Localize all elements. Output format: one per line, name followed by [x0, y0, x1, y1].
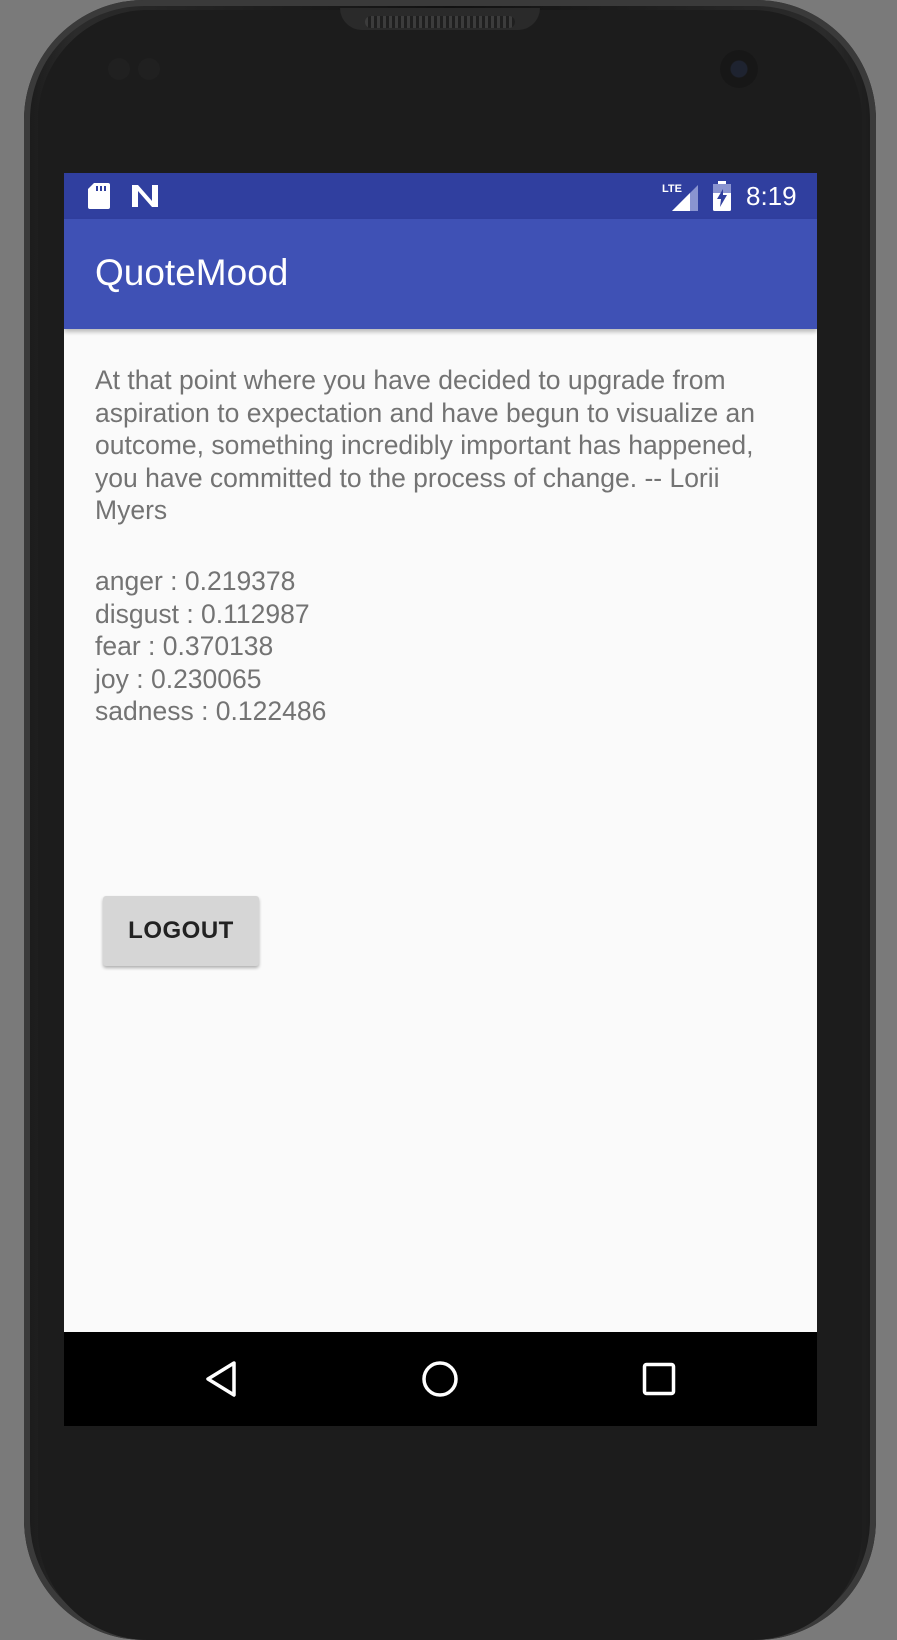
app-title: QuoteMood [95, 252, 289, 293]
home-icon[interactable] [413, 1352, 467, 1406]
recents-icon[interactable] [632, 1352, 686, 1406]
light-sensor [138, 58, 160, 80]
emotion-score-disgust: disgust : 0.112987 [95, 598, 310, 629]
sd-card-icon [88, 183, 110, 209]
proximity-sensor [108, 58, 130, 80]
app-bar: QuoteMood [64, 219, 817, 329]
emotion-score-sadness: sadness : 0.122486 [95, 696, 327, 726]
n-notification-icon [130, 183, 160, 209]
speaker-grill [365, 16, 515, 28]
logout-button[interactable]: LOGOUT [103, 896, 259, 966]
navigation-bar [64, 1332, 817, 1426]
quote-text: At that point where you have decided to … [95, 365, 756, 525]
emotion-score-anger: anger : 0.219378 [95, 566, 296, 596]
emotion-score-joy: joy : 0.230065 [95, 663, 262, 694]
emotion-score-fear: fear : 0.370138 [95, 631, 274, 661]
status-clock: 8:19 [746, 181, 797, 211]
battery-charging-icon [712, 181, 732, 211]
back-icon[interactable] [194, 1352, 248, 1406]
front-camera [720, 50, 758, 88]
emotion-scores-list: anger : 0.219378 disgust : 0.112987 fear… [95, 565, 326, 728]
screen: LTE 8:19 QuoteMood At that point where y… [64, 173, 817, 1426]
lte-signal-icon: LTE [662, 181, 700, 211]
status-bar: LTE 8:19 [64, 173, 817, 219]
network-type-label: LTE [662, 183, 682, 195]
